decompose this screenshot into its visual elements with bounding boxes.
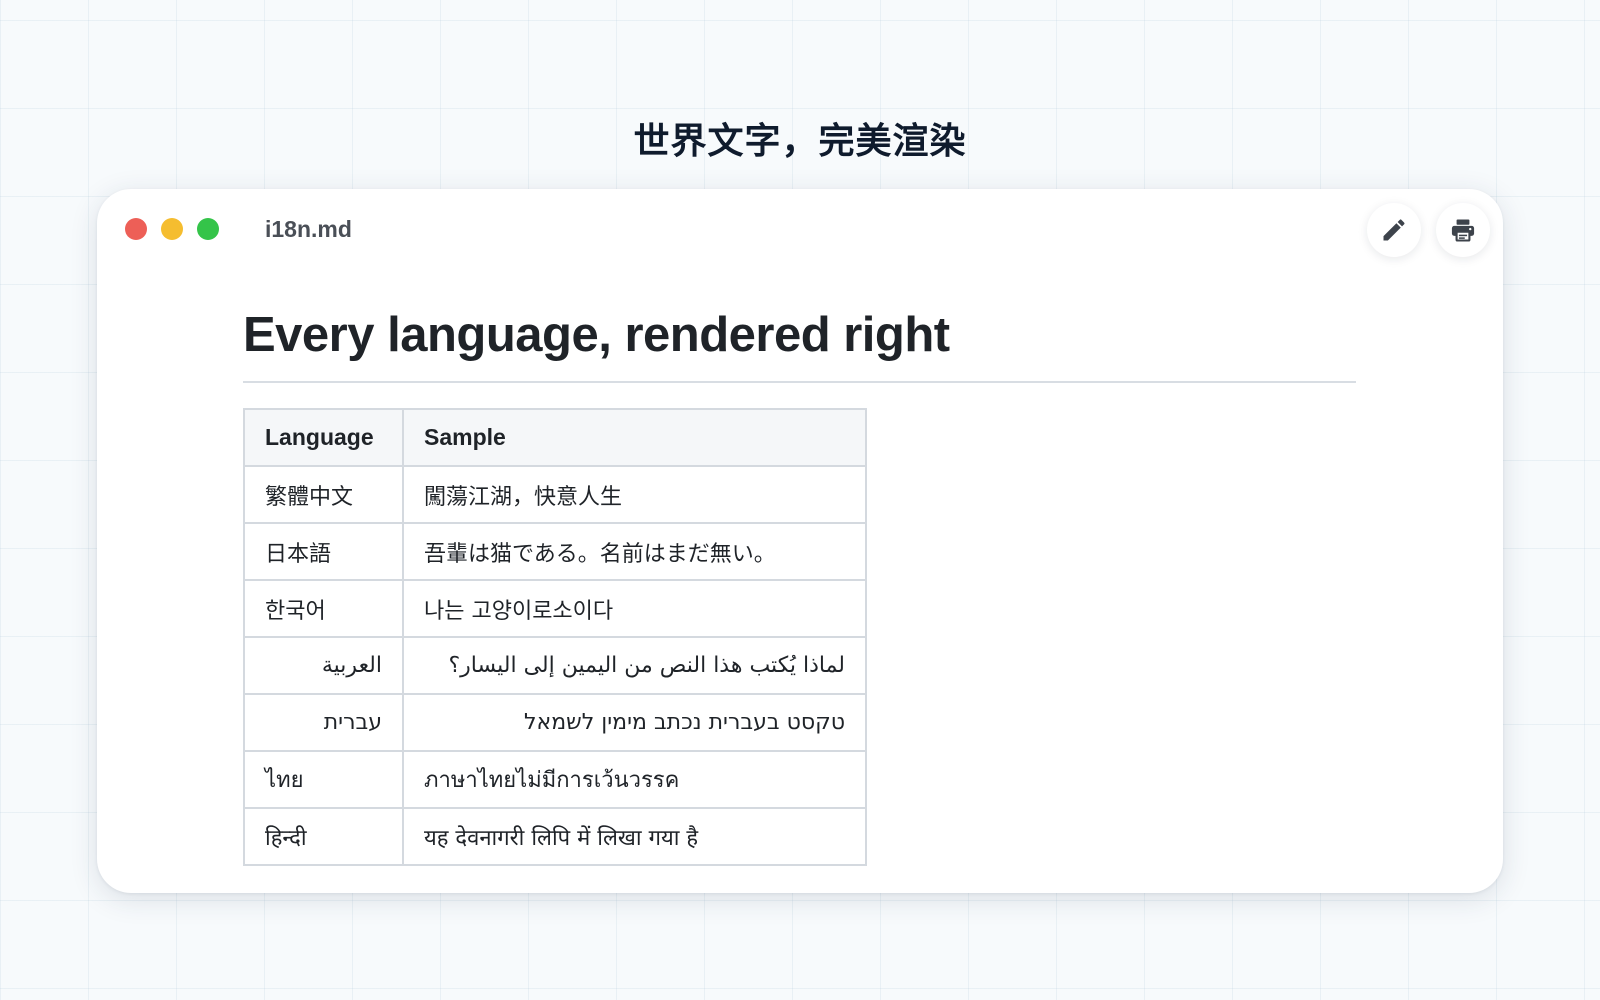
maximize-window-button[interactable] [197, 218, 219, 240]
page-headline: 世界文字，完美渲染 [633, 121, 967, 162]
minimize-window-button[interactable] [161, 218, 183, 240]
document-title: Every language, rendered right [243, 308, 950, 362]
table-body: 繁體中文 闖蕩江湖，快意人生 日本語 吾輩は猫である。名前はまだ無い。 한국어 나는 고양… [243, 465, 867, 866]
language-name-cell: हिन्दी [243, 807, 404, 866]
pencil-icon [1383, 219, 1405, 241]
sample-text-cell: 나는 고양이로소이다 [402, 579, 867, 638]
sample-text-cell: 闖蕩江湖，快意人生 [402, 465, 867, 524]
close-window-button[interactable] [125, 218, 147, 240]
table-row: 한국어 나는 고양이로소이다 [243, 579, 867, 638]
language-name-cell: 日本語 [243, 522, 404, 581]
table-header-row: Language Sample [243, 408, 867, 467]
document-content: Every language, rendered right Language … [243, 299, 1356, 866]
sample-text-cell: यह देवनागरी लिपि में लिखा गया है [402, 807, 867, 866]
sample-text-cell: ภาษาไทยไม่มีการเว้นวรรค [402, 750, 867, 809]
language-table: Language Sample 繁體中文 闖蕩江湖，快意人生 日本語 吾輩は猫である。… [243, 408, 867, 866]
language-name-cell: 한국어 [243, 579, 404, 638]
language-name-cell: ไทย [243, 750, 404, 809]
header-language: Language [243, 408, 404, 467]
header-sample: Sample [402, 408, 867, 467]
title-divider [243, 381, 1356, 383]
table-row: 日本語 吾輩は猫である。名前はまだ無い。 [243, 522, 867, 581]
table-row: 繁體中文 闖蕩江湖，快意人生 [243, 465, 867, 524]
table-row: العربية لماذا يُكتب هذا النص من اليمين إل… [243, 636, 867, 695]
language-name-cell: العربية [243, 636, 404, 695]
sample-text-cell: טקסט בעברית נכתב מימין לשמאל [402, 693, 867, 752]
sample-text-cell: 吾輩は猫である。名前はまだ無い。 [402, 522, 867, 581]
table-row: ไทย ภาษาไทยไม่มีการเว้นวรรค [243, 750, 867, 809]
window-filename: i18n.md [265, 216, 352, 242]
document-window: i18n.md Every language, rendered right L… [97, 189, 1503, 893]
language-name-cell: 繁體中文 [243, 465, 404, 524]
print-button[interactable] [1436, 203, 1490, 257]
window-titlebar: i18n.md [97, 189, 1503, 269]
language-name-cell: עברית [243, 693, 404, 752]
edit-button[interactable] [1367, 203, 1421, 257]
printer-icon [1451, 219, 1475, 242]
sample-text-cell: لماذا يُكتب هذا النص من اليمين إلى اليسا… [402, 636, 867, 695]
table-row: עברית טקסט בעברית נכתב מימין לשמאל [243, 693, 867, 752]
table-row: हिन्दी यह देवनागरी लिपि में लिखा गया है [243, 807, 867, 866]
